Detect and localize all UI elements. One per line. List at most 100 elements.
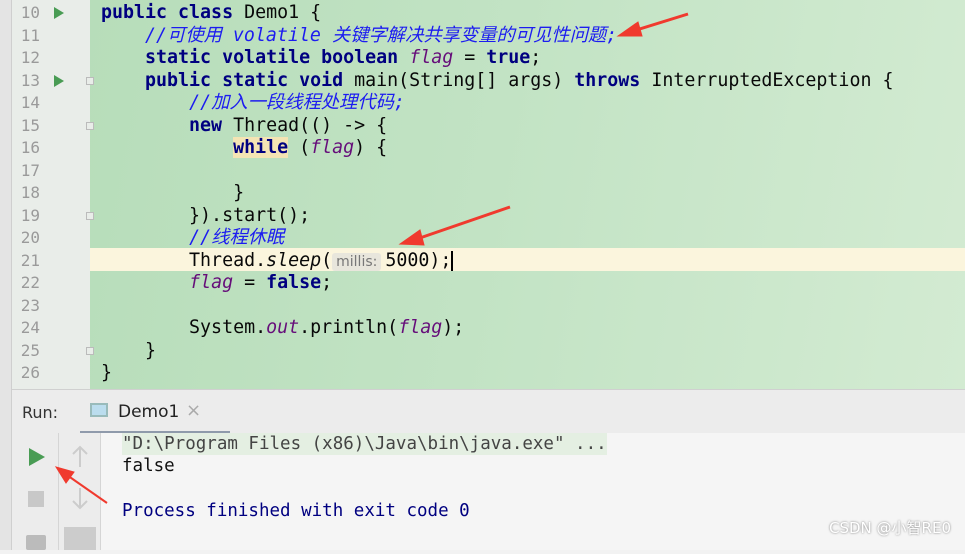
code-token: sleep — [266, 249, 322, 271]
code-token: } — [101, 339, 157, 361]
code-token: System. — [101, 317, 267, 338]
line-number: 16 — [20, 138, 40, 157]
code-line[interactable]: } — [101, 362, 112, 385]
run-label: Run: — [22, 403, 59, 422]
code-line[interactable]: //可使用 volatile 关键字解决共享变量的可见性问题; — [101, 25, 617, 48]
run-tool-window-header: Run: Demo1 × — [12, 389, 965, 434]
tab-label: Demo1 — [118, 402, 180, 422]
console-command-line: "D:\Program Files (x86)\Java\bin\java.ex… — [122, 433, 607, 455]
code-line[interactable]: while (flag) { — [101, 137, 387, 160]
code-token: public class — [101, 2, 245, 23]
code-token: //可使用 volatile 关键字解决共享变量的可见性问题; — [145, 24, 618, 46]
code-editor[interactable]: 10 11 12 13 14 15 16 17 18 19 20 21 22 23 24 25 26 publi… — [12, 0, 965, 389]
code-line[interactable]: System.out.println(flag); — [101, 317, 464, 340]
line-number: 14 — [20, 93, 40, 112]
code-token: ); — [442, 317, 465, 338]
camera-icon[interactable] — [26, 535, 46, 550]
code-token: ; — [321, 272, 333, 293]
code-token: Thread. — [101, 249, 267, 271]
line-number: 20 — [20, 228, 40, 247]
code-token: .println( — [299, 317, 399, 338]
code-token: //加入一段线程处理代码; — [189, 92, 405, 113]
code-line[interactable]: new Thread(() -> { — [101, 115, 387, 138]
stop-icon[interactable] — [28, 491, 44, 507]
code-token: main(String[] args) — [354, 69, 575, 91]
tab-demo1[interactable]: Demo1 × — [80, 390, 230, 434]
line-number: 13 — [20, 70, 40, 90]
code-line[interactable]: //加入一段线程处理代码; — [101, 92, 405, 115]
line-number: 10 — [20, 3, 40, 22]
left-tool-strip — [0, 0, 12, 550]
code-token: flag — [189, 272, 234, 293]
fold-marker-icon[interactable] — [86, 211, 94, 220]
console-output-line: false — [122, 456, 175, 476]
rerun-icon[interactable] — [29, 448, 45, 466]
code-line[interactable]: Thread.sleep(millis: 5000); — [101, 249, 454, 273]
line-number: 12 — [20, 48, 40, 67]
code-token: Demo1 { — [244, 2, 322, 23]
console-output[interactable]: "D:\Program Files (x86)\Java\bin\java.ex… — [12, 433, 965, 550]
run-toolbar — [12, 433, 59, 550]
line-number: 21 — [20, 250, 40, 270]
code-token: public static void — [101, 69, 355, 91]
up-arrow-icon[interactable] — [72, 445, 88, 467]
fold-marker-icon[interactable] — [86, 76, 94, 85]
fold-marker-icon[interactable] — [86, 121, 94, 130]
code-token: = — [233, 272, 267, 293]
code-token: ; — [530, 47, 542, 68]
code-token: } — [101, 182, 245, 203]
line-number: 23 — [20, 295, 40, 315]
code-line[interactable]: //线程休眠 — [101, 227, 284, 250]
run-gutter-icon[interactable] — [54, 7, 64, 19]
code-line[interactable]: static volatile boolean flag = true; — [101, 47, 541, 70]
line-number: 25 — [20, 340, 40, 360]
console-window-icon — [90, 403, 108, 417]
run-toolbar-icons — [26, 448, 46, 550]
code-token: flag — [398, 317, 443, 338]
line-number: 11 — [20, 25, 40, 45]
text-caret — [451, 250, 454, 271]
code-token: false — [266, 272, 322, 293]
code-token: } — [101, 362, 113, 383]
run-gutter-icon[interactable] — [54, 74, 64, 87]
parameter-hint: millis: — [332, 252, 382, 271]
line-number: 19 — [20, 205, 40, 225]
console-toolbar — [59, 433, 101, 550]
code-token: flag — [310, 137, 355, 158]
code-token: flag — [409, 47, 454, 68]
code-line[interactable]: flag = false; — [101, 272, 332, 295]
console-toolbar-icons — [64, 445, 96, 550]
line-number: 17 — [20, 160, 40, 180]
down-arrow-icon[interactable] — [72, 488, 88, 510]
code-line[interactable]: public static void main(String[] args) t… — [101, 70, 893, 93]
code-token: = — [453, 47, 487, 68]
code-token: InterruptedException { — [651, 69, 894, 91]
close-icon[interactable]: × — [186, 400, 201, 421]
line-number: 18 — [20, 183, 40, 202]
gutter: 10 11 12 13 14 15 16 17 18 19 20 21 22 23 24 25 26 — [12, 0, 94, 389]
code-token: }).start(); — [101, 204, 311, 226]
code-token: 5000); — [385, 249, 452, 271]
code-token: static volatile boolean — [101, 47, 410, 68]
code-line[interactable]: } — [101, 182, 244, 205]
watermark: CSDN @小智RE0 — [829, 519, 951, 537]
code-line[interactable]: } — [101, 340, 156, 363]
code-token: Thread(() -> { — [233, 114, 388, 136]
line-number: 22 — [20, 273, 40, 292]
code-token: ) { — [354, 137, 388, 158]
line-number: 15 — [20, 115, 40, 135]
line-number: 24 — [20, 318, 40, 337]
code-line[interactable]: }).start(); — [101, 205, 310, 228]
soft-wrap-icon[interactable] — [64, 527, 96, 550]
code-token: throws — [574, 69, 652, 91]
code-token: while — [233, 137, 289, 158]
fold-marker-icon[interactable] — [86, 346, 94, 355]
code-token: out — [266, 317, 300, 338]
line-number: 26 — [20, 363, 40, 382]
code-token: //线程休眠 — [189, 227, 285, 248]
code-line[interactable]: public class Demo1 { — [101, 2, 321, 25]
